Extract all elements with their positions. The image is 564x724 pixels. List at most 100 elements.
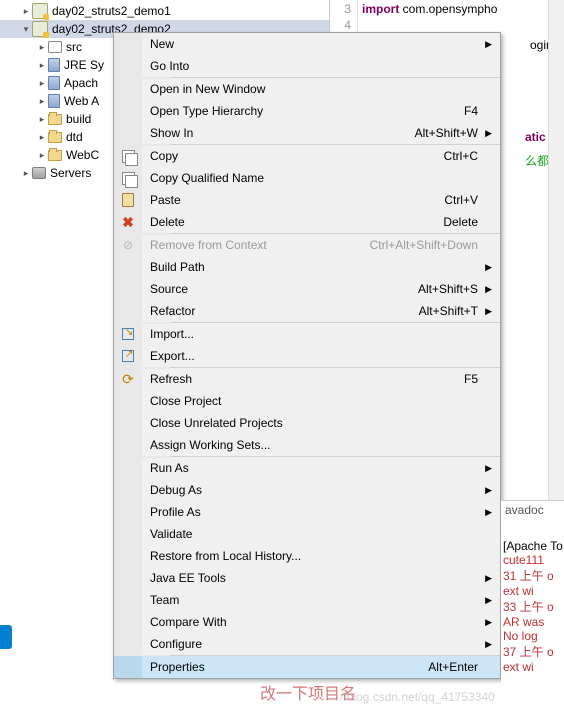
menu-item-refresh[interactable]: ⟳ RefreshF5 [114, 368, 500, 390]
context-menu: New▶Go IntoOpen in New WindowOpen Type H… [113, 32, 501, 679]
tree-item-label: Apach [64, 76, 98, 90]
tree-item-day02-struts2-demo1[interactable]: ▸ day02_struts2_demo1 [0, 2, 330, 20]
console-line: No log [501, 629, 563, 643]
tree-item-label: WebC [66, 148, 99, 162]
editor-scrollbar[interactable] [548, 0, 564, 500]
menu-item-label: Run As [142, 461, 500, 475]
import-icon [122, 328, 134, 340]
paste-icon [122, 193, 134, 207]
menu-item-new[interactable]: New▶ [114, 33, 500, 55]
collapsed-icon[interactable]: ▸ [36, 113, 48, 125]
console-line: [Apache To [501, 539, 563, 553]
menu-item-team[interactable]: Team▶ [114, 589, 500, 611]
menu-item-show-in[interactable]: Show InAlt+Shift+W▶ [114, 122, 500, 144]
console-panel[interactable]: avadoc [Apache Tocute11131 上午 oext wi33 … [501, 500, 564, 724]
menu-item-label: Refactor [142, 304, 419, 318]
menu-item-properties[interactable]: PropertiesAlt+Enter [114, 656, 500, 678]
collapsed-icon[interactable]: ▸ [36, 41, 48, 53]
menu-item-profile-as[interactable]: Profile As▶ [114, 501, 500, 523]
expanded-icon[interactable]: ▾ [20, 23, 32, 35]
tree-item-label: day02_struts2_demo1 [52, 4, 171, 18]
tree-item-label: Servers [50, 166, 91, 180]
menu-shortcut: Ctrl+C [444, 149, 500, 163]
menu-item-remove-from-context: ⊘Remove from ContextCtrl+Alt+Shift+Down [114, 234, 500, 256]
menu-item-label: Open in New Window [142, 82, 500, 96]
menu-item-label: Copy [142, 149, 444, 163]
submenu-arrow-icon: ▶ [485, 128, 492, 139]
side-tab-indicator [0, 625, 12, 649]
folder-icon [48, 114, 62, 125]
collapsed-icon[interactable]: ▸ [36, 95, 48, 107]
menu-item-assign-working-sets[interactable]: Assign Working Sets... [114, 434, 500, 456]
export-icon [122, 350, 134, 362]
menu-shortcut: Delete [443, 215, 500, 229]
menu-item-label: Debug As [142, 483, 500, 497]
copy-icon [122, 172, 135, 185]
menu-shortcut: Ctrl+V [444, 193, 500, 207]
folder-icon [48, 150, 62, 161]
menu-item-import[interactable]: Import... [114, 323, 500, 345]
pkg-icon [48, 41, 62, 53]
menu-item-label: Profile As [142, 505, 500, 519]
tree-item-label: JRE Sy [64, 58, 104, 72]
proj-icon [32, 21, 48, 37]
collapsed-icon[interactable]: ▸ [20, 167, 32, 179]
collapsed-icon[interactable]: ▸ [36, 77, 48, 89]
menu-item-label: Import... [142, 327, 500, 341]
menu-item-open-in-new-window[interactable]: Open in New Window [114, 78, 500, 100]
menu-item-refactor[interactable]: RefactorAlt+Shift+T▶ [114, 300, 500, 322]
menu-item-label: Refresh [142, 372, 464, 386]
console-line: ext wi [501, 584, 563, 598]
folder-icon [48, 132, 62, 143]
menu-item-label: New [142, 37, 500, 51]
menu-item-debug-as[interactable]: Debug As▶ [114, 479, 500, 501]
copy-icon [122, 150, 135, 163]
collapsed-icon[interactable]: ▸ [36, 149, 48, 161]
tree-item-label: build [66, 112, 91, 126]
menu-item-export[interactable]: Export... [114, 345, 500, 367]
menu-shortcut: F5 [464, 372, 500, 386]
watermark-url: //blog.csdn.net/qq_41753340 [340, 690, 495, 704]
menu-item-label: Compare With [142, 615, 500, 629]
menu-item-java-ee-tools[interactable]: Java EE Tools▶ [114, 567, 500, 589]
menu-item-label: Go Into [142, 59, 500, 73]
menu-item-label: Team [142, 593, 500, 607]
submenu-arrow-icon: ▶ [485, 595, 492, 606]
menu-item-label: Remove from Context [142, 238, 370, 252]
submenu-arrow-icon: ▶ [485, 485, 492, 496]
lib-icon [48, 94, 60, 108]
menu-item-copy[interactable]: CopyCtrl+C [114, 145, 500, 167]
menu-item-configure[interactable]: Configure▶ [114, 633, 500, 655]
menu-item-compare-with[interactable]: Compare With▶ [114, 611, 500, 633]
submenu-arrow-icon: ▶ [485, 639, 492, 650]
lib-icon [48, 58, 60, 72]
code-line: import com.opensympho [362, 2, 497, 17]
menu-item-close-unrelated-projects[interactable]: Close Unrelated Projects [114, 412, 500, 434]
collapsed-icon[interactable]: ▸ [20, 5, 32, 17]
menu-item-source[interactable]: SourceAlt+Shift+S▶ [114, 278, 500, 300]
submenu-arrow-icon: ▶ [485, 306, 492, 317]
submenu-arrow-icon: ▶ [485, 39, 492, 50]
tree-item-label: dtd [66, 130, 83, 144]
menu-item-close-project[interactable]: Close Project [114, 390, 500, 412]
collapsed-icon[interactable]: ▸ [36, 131, 48, 143]
collapsed-icon[interactable]: ▸ [36, 59, 48, 71]
menu-item-label: Source [142, 282, 418, 296]
menu-item-build-path[interactable]: Build Path▶ [114, 256, 500, 278]
menu-item-copy-qualified-name[interactable]: Copy Qualified Name [114, 167, 500, 189]
menu-item-restore-from-local-history[interactable]: Restore from Local History... [114, 545, 500, 567]
menu-item-open-type-hierarchy[interactable]: Open Type HierarchyF4 [114, 100, 500, 122]
menu-item-go-into[interactable]: Go Into [114, 55, 500, 77]
delete-icon: ✖ [122, 214, 134, 231]
menu-item-label: Properties [142, 660, 428, 674]
refresh-icon: ⟳ [122, 371, 134, 388]
menu-item-validate[interactable]: Validate [114, 523, 500, 545]
console-line: 37 上午 o [501, 643, 563, 660]
submenu-arrow-icon: ▶ [485, 573, 492, 584]
console-tab[interactable]: avadoc [501, 501, 548, 519]
menu-item-run-as[interactable]: Run As▶ [114, 457, 500, 479]
menu-item-delete[interactable]: ✖DeleteDelete [114, 211, 500, 233]
menu-item-paste[interactable]: PasteCtrl+V [114, 189, 500, 211]
menu-item-label: Validate [142, 527, 500, 541]
menu-item-label: Configure [142, 637, 500, 651]
